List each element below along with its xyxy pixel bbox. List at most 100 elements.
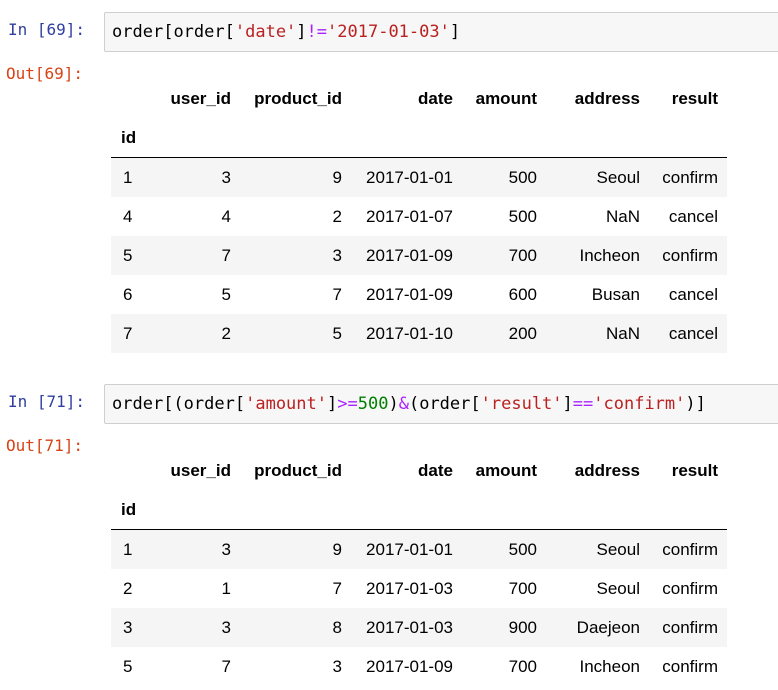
code-token: [ <box>234 394 246 414</box>
input-prompt-69: In [69]: <box>8 20 86 39</box>
column-header: user_id <box>170 460 231 480</box>
column-header: product_id <box>254 460 342 480</box>
table-cell: 7 <box>221 656 231 676</box>
table-row: 6 5 7 2017-01-09 600 Busan cancel <box>111 275 727 314</box>
code-token: ] <box>562 394 573 414</box>
code-cell-71[interactable]: order[(order['amount']>=500)&(order['res… <box>104 384 778 424</box>
table-cell: Seoul <box>537 157 640 197</box>
table-cell: cancel <box>668 284 718 304</box>
table-row: 5 7 3 2017-01-09 700 Incheon confirm <box>111 647 727 686</box>
index-name: id <box>121 127 137 147</box>
column-header: result <box>671 88 718 108</box>
table-cell: Incheon <box>579 656 641 676</box>
code-token: )] <box>685 394 706 414</box>
table-cell: 1 <box>221 578 231 598</box>
code-token: 500 <box>357 394 389 414</box>
table-cell: 900 <box>508 617 537 637</box>
table-cell: 600 <box>508 284 537 304</box>
code-token: order <box>183 394 235 414</box>
code-token: order <box>173 22 225 42</box>
table-cell: 500 <box>453 529 537 569</box>
table-cell: 9 <box>231 157 342 197</box>
table-cell: 2017-01-09 <box>366 284 453 304</box>
table-cell: confirm <box>662 578 718 598</box>
table-cell: confirm <box>662 656 718 676</box>
code-token: order <box>112 22 164 42</box>
table-cell: 4 <box>221 206 231 226</box>
dataframe-output-69: user_id product_id date amount address r… <box>111 79 727 353</box>
code-token: 'date' <box>234 22 297 42</box>
table-cell: 7 <box>221 245 231 265</box>
table-cell: 3 <box>167 157 231 197</box>
row-index: 7 <box>123 323 133 343</box>
table-cell: 2017-01-07 <box>366 206 453 226</box>
column-header: date <box>418 460 453 480</box>
table-row: 5 7 3 2017-01-09 700 Incheon confirm <box>111 236 727 275</box>
code-token: == <box>572 394 594 414</box>
column-header: user_id <box>170 88 231 108</box>
code-token: ] <box>296 22 307 42</box>
row-index: 1 <box>111 529 167 569</box>
row-index: 6 <box>123 284 133 304</box>
header-row: user_id product_id date amount address r… <box>111 79 727 118</box>
row-index: 3 <box>123 617 133 637</box>
index-name-row: id <box>111 490 727 530</box>
index-header-blank <box>111 79 167 118</box>
table-cell: Busan <box>591 284 640 304</box>
table-cell: 700 <box>508 656 537 676</box>
table-cell: 5 <box>221 284 231 304</box>
table-cell: Incheon <box>579 245 641 265</box>
table-row: 7 2 5 2017-01-10 200 NaN cancel <box>111 314 727 353</box>
code-token: 'amount' <box>245 394 327 414</box>
code-token: != <box>306 22 328 42</box>
code-token: ( <box>408 394 420 414</box>
table-cell: 7 <box>332 578 342 598</box>
table-cell: 3 <box>167 529 231 569</box>
table-cell: 2 <box>332 206 342 226</box>
code-token: ] <box>449 22 461 42</box>
input-prompt-71: In [71]: <box>8 392 86 411</box>
code-token: order <box>419 394 471 414</box>
table-cell: 2017-01-10 <box>366 323 453 343</box>
table-cell: 5 <box>332 323 342 343</box>
table-cell: NaN <box>605 206 640 226</box>
table-cell: confirm <box>662 245 718 265</box>
index-name-row: id <box>111 118 727 158</box>
column-header: address <box>574 460 640 480</box>
code-token: [ <box>224 22 235 42</box>
column-header: address <box>574 88 640 108</box>
row-index: 5 <box>123 245 133 265</box>
code-token: [( <box>163 394 184 414</box>
table-cell: 2017-01-03 <box>366 578 453 598</box>
table-cell: 200 <box>508 323 537 343</box>
output-prompt-71: Out[71]: <box>6 436 84 455</box>
column-header: result <box>671 460 718 480</box>
table-row: 3 3 8 2017-01-03 900 Daejeon confirm <box>111 608 727 647</box>
row-index: 2 <box>123 578 133 598</box>
code-token: 'result' <box>480 394 563 414</box>
code-token: '2017-01-03' <box>327 22 450 42</box>
column-header: product_id <box>254 88 342 108</box>
table-cell: 2017-01-01 <box>342 529 453 569</box>
code-token: order <box>112 394 164 414</box>
table-cell: 500 <box>453 157 537 197</box>
table-cell: 700 <box>508 245 537 265</box>
table-cell: 7 <box>332 284 342 304</box>
output-prompt-69: Out[69]: <box>6 64 84 83</box>
code-cell-69[interactable]: order[order['date']!='2017-01-03'] <box>104 12 778 52</box>
table-cell: 700 <box>508 578 537 598</box>
table-cell: 3 <box>221 617 231 637</box>
table-cell: cancel <box>668 323 718 343</box>
code-token: >= <box>337 394 358 414</box>
table-row: 4 4 2 2017-01-07 500 NaN cancel <box>111 197 727 236</box>
table-cell: Seoul <box>537 529 640 569</box>
code-token: ) <box>388 394 399 414</box>
column-header: amount <box>475 88 537 108</box>
table-cell: 2017-01-03 <box>366 617 453 637</box>
table-cell: confirm <box>662 617 718 637</box>
code-token: [ <box>163 22 174 42</box>
code-token: & <box>398 394 409 414</box>
code-token: ] <box>327 394 338 414</box>
table-cell: 2 <box>221 323 231 343</box>
code-token: 'confirm' <box>593 394 686 414</box>
